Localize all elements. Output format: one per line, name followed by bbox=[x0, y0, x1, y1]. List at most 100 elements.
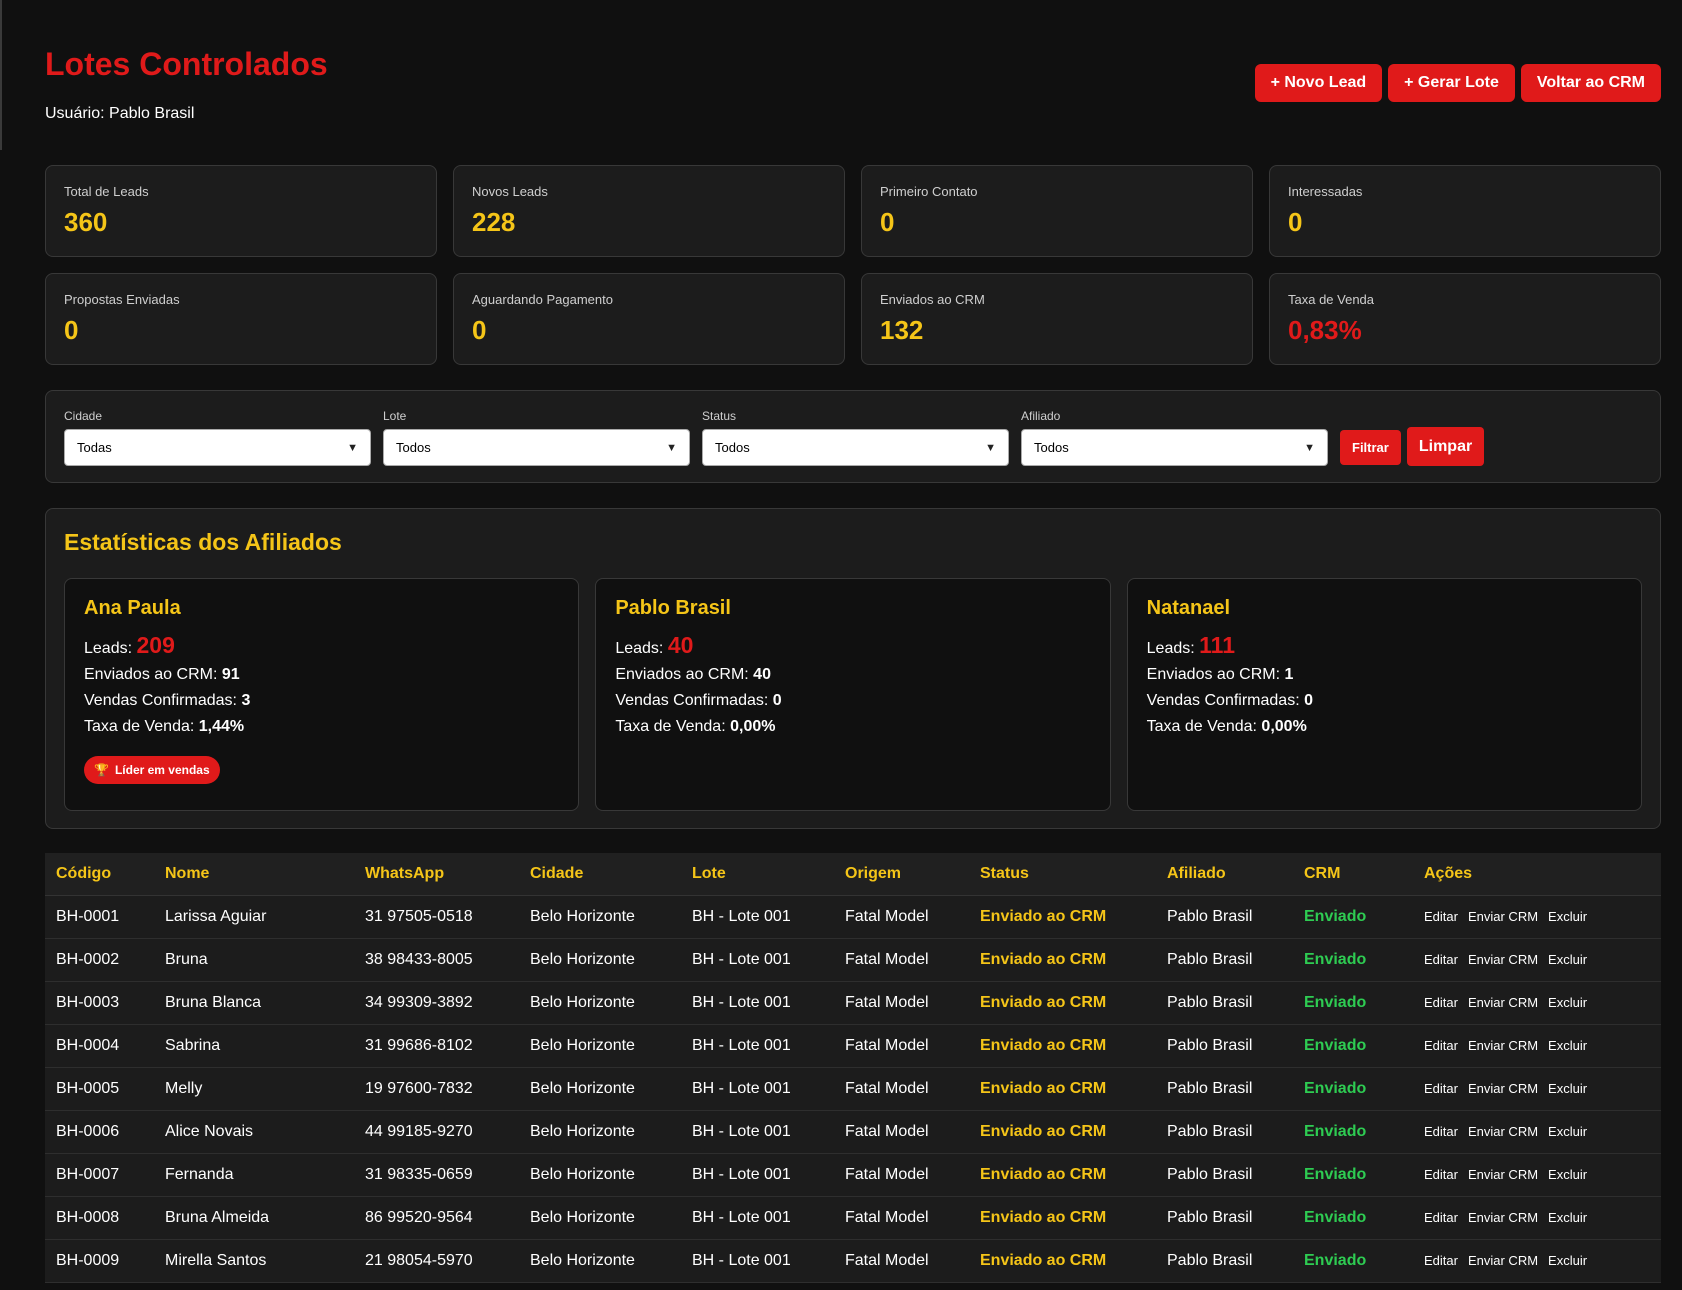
affiliate-sales: Vendas Confirmadas: 3 bbox=[84, 688, 559, 714]
generate-batch-button[interactable]: + Gerar Lote bbox=[1388, 64, 1515, 102]
cell-code: BH-0005 bbox=[45, 1067, 154, 1111]
cell-name: Larissa Aguiar bbox=[154, 895, 354, 939]
edit-button[interactable]: Editar bbox=[1424, 1253, 1458, 1268]
send-crm-button[interactable]: Enviar CRM bbox=[1468, 909, 1538, 924]
cell-name: Sabrina bbox=[154, 1024, 354, 1068]
delete-button[interactable]: Excluir bbox=[1548, 952, 1587, 967]
edit-button[interactable]: Editar bbox=[1424, 1081, 1458, 1096]
affiliate-sales: Vendas Confirmadas: 0 bbox=[1147, 688, 1622, 714]
table-row[interactable]: BH-0009 Mirella Santos 21 98054-5970 Belo H… bbox=[45, 1239, 1661, 1283]
edit-button[interactable]: Editar bbox=[1424, 1038, 1458, 1053]
delete-button[interactable]: Excluir bbox=[1548, 1167, 1587, 1182]
send-crm-button[interactable]: Enviar CRM bbox=[1468, 1167, 1538, 1182]
back-to-crm-button[interactable]: Voltar ao CRM bbox=[1520, 64, 1661, 102]
cell-whatsapp: 34 99309-3892 bbox=[354, 981, 519, 1025]
cell-affiliate: Pablo Brasil bbox=[1156, 981, 1293, 1025]
chevron-down-icon: ▼ bbox=[1304, 441, 1315, 454]
edit-button[interactable]: Editar bbox=[1424, 995, 1458, 1010]
column-header-city[interactable]: Cidade bbox=[519, 853, 681, 896]
edit-button[interactable]: Editar bbox=[1424, 1210, 1458, 1225]
chevron-down-icon: ▼ bbox=[985, 441, 996, 454]
column-header-batch[interactable]: Lote bbox=[681, 853, 834, 896]
select-value: Todos bbox=[1034, 440, 1069, 455]
send-crm-button[interactable]: Enviar CRM bbox=[1468, 1210, 1538, 1225]
table-row[interactable]: BH-0006 Alice Novais 44 99185-9270 Belo Hor… bbox=[45, 1110, 1661, 1154]
table-row[interactable]: BH-0005 Melly 19 97600-7832 Belo Horizonte B… bbox=[45, 1067, 1661, 1111]
table-row[interactable]: BH-0002 Bruna 38 98433-8005 Belo Horizonte B… bbox=[45, 938, 1661, 982]
column-header-origin[interactable]: Origem bbox=[834, 853, 969, 896]
stat-card-sent-to-crm: Enviados ao CRM 132 bbox=[861, 273, 1253, 365]
affiliate-leads: Leads: 111 bbox=[1147, 632, 1622, 662]
filter-batch: Lote Todos ▼ bbox=[383, 409, 690, 466]
delete-button[interactable]: Excluir bbox=[1548, 1038, 1587, 1053]
cell-name: Fernanda bbox=[154, 1153, 354, 1197]
stat-value: 360 bbox=[64, 207, 108, 237]
send-crm-button[interactable]: Enviar CRM bbox=[1468, 1038, 1538, 1053]
delete-button[interactable]: Excluir bbox=[1548, 1210, 1587, 1225]
city-select[interactable]: Todas ▼ bbox=[64, 429, 371, 466]
cell-status: Enviado ao CRM bbox=[969, 981, 1156, 1025]
affiliate-rate: Taxa de Venda: 0,00% bbox=[1147, 714, 1622, 740]
edit-button[interactable]: Editar bbox=[1424, 952, 1458, 967]
cell-crm: Enviado bbox=[1293, 1024, 1413, 1068]
crm-value: 40 bbox=[753, 666, 771, 683]
cell-status: Enviado ao CRM bbox=[969, 1024, 1156, 1068]
filter-status: Status Todos ▼ bbox=[702, 409, 1009, 466]
leads-label: Leads: bbox=[615, 640, 664, 657]
send-crm-button[interactable]: Enviar CRM bbox=[1468, 952, 1538, 967]
cell-crm: Enviado bbox=[1293, 895, 1413, 939]
user-label: Usuário: Pablo Brasil bbox=[45, 105, 195, 122]
column-header-code[interactable]: Código bbox=[45, 853, 154, 896]
cell-origin: Fatal Model bbox=[834, 1153, 969, 1197]
cell-actions: Editar Enviar CRM Excluir bbox=[1413, 1024, 1661, 1068]
stat-label: Novos Leads bbox=[472, 184, 548, 199]
batch-select[interactable]: Todos ▼ bbox=[383, 429, 690, 466]
table-row[interactable]: BH-0004 Sabrina 31 99686-8102 Belo Horizont… bbox=[45, 1024, 1661, 1068]
clear-button[interactable]: Limpar bbox=[1406, 427, 1485, 466]
cell-city: Belo Horizonte bbox=[519, 1110, 681, 1154]
send-crm-button[interactable]: Enviar CRM bbox=[1468, 1253, 1538, 1268]
cell-batch: BH - Lote 001 bbox=[681, 938, 834, 982]
column-header-status[interactable]: Status bbox=[969, 853, 1156, 896]
new-lead-button[interactable]: + Novo Lead bbox=[1254, 64, 1383, 102]
delete-button[interactable]: Excluir bbox=[1548, 1124, 1587, 1139]
stat-value: 0,83% bbox=[1288, 315, 1362, 345]
column-header-affiliate[interactable]: Afiliado bbox=[1156, 853, 1293, 896]
leads-value: 40 bbox=[667, 632, 694, 658]
stat-value: 0 bbox=[64, 315, 79, 345]
stat-value: 0 bbox=[880, 207, 895, 237]
stat-card-new-leads: Novos Leads 228 bbox=[453, 165, 845, 257]
edit-button[interactable]: Editar bbox=[1424, 1124, 1458, 1139]
send-crm-button[interactable]: Enviar CRM bbox=[1468, 1124, 1538, 1139]
table-row[interactable]: BH-0001 Larissa Aguiar 31 97505-0518 Belo H… bbox=[45, 895, 1661, 939]
column-header-crm[interactable]: CRM bbox=[1293, 853, 1413, 896]
affiliate-select[interactable]: Todos ▼ bbox=[1021, 429, 1328, 466]
delete-button[interactable]: Excluir bbox=[1548, 909, 1587, 924]
status-select[interactable]: Todos ▼ bbox=[702, 429, 1009, 466]
table-row[interactable]: BH-0008 Bruna Almeida 86 99520-9564 Belo Ho… bbox=[45, 1196, 1661, 1240]
delete-button[interactable]: Excluir bbox=[1548, 1253, 1587, 1268]
table-row[interactable]: BH-0003 Bruna Blanca 34 99309-3892 Belo Hor… bbox=[45, 981, 1661, 1025]
edit-button[interactable]: Editar bbox=[1424, 1167, 1458, 1182]
cell-code: BH-0009 bbox=[45, 1239, 154, 1283]
cell-code: BH-0001 bbox=[45, 895, 154, 939]
stat-value: 132 bbox=[880, 315, 924, 345]
cell-origin: Fatal Model bbox=[834, 1196, 969, 1240]
cell-origin: Fatal Model bbox=[834, 1067, 969, 1111]
column-header-name[interactable]: Nome bbox=[154, 853, 354, 896]
filter-button[interactable]: Filtrar bbox=[1340, 430, 1401, 465]
affiliate-crm: Enviados ao CRM: 40 bbox=[615, 662, 1090, 688]
column-header-whatsapp[interactable]: WhatsApp bbox=[354, 853, 519, 896]
edit-button[interactable]: Editar bbox=[1424, 909, 1458, 924]
cell-name: Bruna Blanca bbox=[154, 981, 354, 1025]
delete-button[interactable]: Excluir bbox=[1548, 995, 1587, 1010]
delete-button[interactable]: Excluir bbox=[1548, 1081, 1587, 1096]
affiliate-leads: Leads: 40 bbox=[615, 632, 1090, 662]
send-crm-button[interactable]: Enviar CRM bbox=[1468, 995, 1538, 1010]
cell-affiliate: Pablo Brasil bbox=[1156, 1196, 1293, 1240]
send-crm-button[interactable]: Enviar CRM bbox=[1468, 1081, 1538, 1096]
table-row[interactable]: BH-0007 Fernanda 31 98335-0659 Belo Horizon… bbox=[45, 1153, 1661, 1197]
leads-label: Leads: bbox=[1146, 640, 1195, 657]
cell-batch: BH - Lote 001 bbox=[681, 1024, 834, 1068]
affiliate-card-natanael: Natanael Leads: 111 Enviados ao CRM: 1 V… bbox=[1126, 578, 1642, 811]
